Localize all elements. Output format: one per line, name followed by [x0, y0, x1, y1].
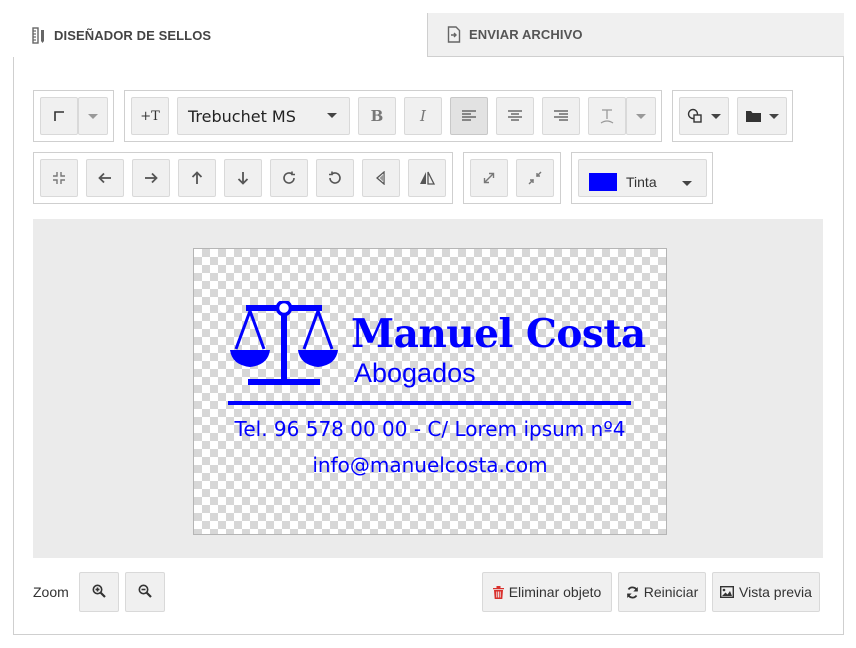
- compress-icon: [52, 171, 66, 185]
- flip-horizontal-button[interactable]: [362, 159, 400, 197]
- zoom-in-button[interactable]: [79, 572, 119, 612]
- move-up-button[interactable]: [178, 159, 216, 197]
- enlarge-button[interactable]: [470, 159, 508, 197]
- tab-send-file-label: ENVIAR ARCHIVO: [469, 27, 583, 42]
- shrink-icon: [528, 171, 542, 185]
- tab-bar: DISEÑADOR DE SELLOS ENVIAR ARCHIVO: [13, 13, 844, 57]
- shrink-button[interactable]: [516, 159, 554, 197]
- text-format-group: +T Trebuchet MS B I: [124, 90, 662, 142]
- text-baseline-icon: [600, 108, 614, 124]
- corner-tool-button[interactable]: [40, 97, 78, 135]
- bold-icon: B: [370, 107, 384, 125]
- rotate-ccw-icon: [328, 171, 342, 185]
- align-left-icon: [462, 110, 476, 122]
- chevron-down-icon: [711, 113, 721, 119]
- stamp-email-text[interactable]: info@manuelcosta.com: [194, 453, 666, 477]
- ink-color-label: Tinta: [626, 174, 657, 190]
- reset-button[interactable]: Reiniciar: [618, 572, 706, 612]
- add-text-button[interactable]: +T: [131, 97, 169, 135]
- text-curve-dropdown[interactable]: [626, 97, 656, 135]
- font-family-value: Trebuchet MS: [188, 106, 296, 126]
- chevron-down-icon: [88, 113, 98, 119]
- center-object-button[interactable]: [40, 159, 78, 197]
- image-icon: [720, 586, 735, 598]
- corner-tool-dropdown[interactable]: [78, 97, 108, 135]
- move-left-button[interactable]: [86, 159, 124, 197]
- shapes-icon: [687, 108, 703, 124]
- rotate-cw-button[interactable]: [270, 159, 308, 197]
- arrow-up-icon: [191, 171, 203, 185]
- align-right-button[interactable]: [542, 97, 580, 135]
- ink-color-select[interactable]: Tinta: [578, 159, 707, 197]
- tab-designer-label: DISEÑADOR DE SELLOS: [54, 27, 212, 43]
- add-text-icon: +T: [140, 108, 160, 124]
- delete-object-button[interactable]: Eliminar objeto: [482, 572, 612, 612]
- stamp-phone-text[interactable]: Tel. 96 578 00 00 - C/ Lorem ipsum nº4: [194, 417, 666, 441]
- rotate-cw-icon: [282, 171, 296, 185]
- text-curve-button[interactable]: [588, 97, 626, 135]
- zoom-in-icon: [92, 584, 106, 601]
- tab-designer[interactable]: DISEÑADOR DE SELLOS: [13, 13, 428, 57]
- font-family-select[interactable]: Trebuchet MS: [177, 97, 350, 135]
- align-left-button[interactable]: [450, 97, 488, 135]
- expand-icon: [482, 171, 496, 185]
- preview-button[interactable]: Vista previa: [712, 572, 820, 612]
- file-arrow-icon: [446, 26, 462, 44]
- align-center-button[interactable]: [496, 97, 534, 135]
- refresh-icon: [626, 585, 639, 599]
- corner-icon: [53, 110, 65, 122]
- trash-icon: [492, 585, 504, 599]
- shapes-button[interactable]: [679, 97, 729, 135]
- stamp-name-text[interactable]: Manuel Costa: [351, 311, 646, 357]
- corner-tool-group: [33, 90, 114, 142]
- flip-vertical-button[interactable]: [408, 159, 446, 197]
- align-center-icon: [508, 110, 522, 122]
- chevron-down-icon: [636, 113, 646, 119]
- folder-icon: [745, 110, 761, 122]
- arrow-right-icon: [144, 172, 158, 184]
- move-right-button[interactable]: [132, 159, 170, 197]
- insert-group: [672, 90, 793, 142]
- italic-button[interactable]: I: [404, 97, 442, 135]
- chevron-down-icon: [327, 113, 337, 118]
- move-down-button[interactable]: [224, 159, 262, 197]
- flip-horizontal-icon: [374, 171, 388, 185]
- arrow-down-icon: [237, 171, 249, 185]
- zoom-label: Zoom: [33, 584, 69, 600]
- ink-color-swatch: [589, 173, 617, 191]
- arrow-left-icon: [98, 172, 112, 184]
- rotate-ccw-button[interactable]: [316, 159, 354, 197]
- italic-icon: I: [420, 107, 426, 125]
- bold-button[interactable]: B: [358, 97, 396, 135]
- chevron-down-icon: [682, 181, 692, 186]
- flip-vertical-icon: [419, 171, 435, 185]
- chevron-down-icon: [768, 113, 779, 119]
- ink-color-group: Tinta: [571, 152, 713, 204]
- stamp-subtitle-text[interactable]: Abogados: [354, 358, 476, 389]
- zoom-out-button[interactable]: [125, 572, 165, 612]
- stamp-divider-line[interactable]: [228, 401, 631, 405]
- tab-send-file[interactable]: ENVIAR ARCHIVO: [428, 13, 844, 57]
- scales-of-justice-icon[interactable]: [230, 299, 338, 394]
- delete-object-label: Eliminar objeto: [508, 584, 602, 600]
- transform-group: [33, 152, 453, 204]
- align-right-icon: [554, 110, 568, 122]
- preview-label: Vista previa: [739, 584, 812, 600]
- zoom-out-icon: [138, 584, 152, 601]
- folder-button[interactable]: [737, 97, 787, 135]
- stamp-canvas[interactable]: Manuel Costa Abogados Tel. 96 578 00 00 …: [193, 248, 667, 535]
- ruler-pencil-icon: [31, 26, 47, 44]
- reset-label: Reiniciar: [643, 584, 699, 600]
- scale-group: [463, 152, 561, 204]
